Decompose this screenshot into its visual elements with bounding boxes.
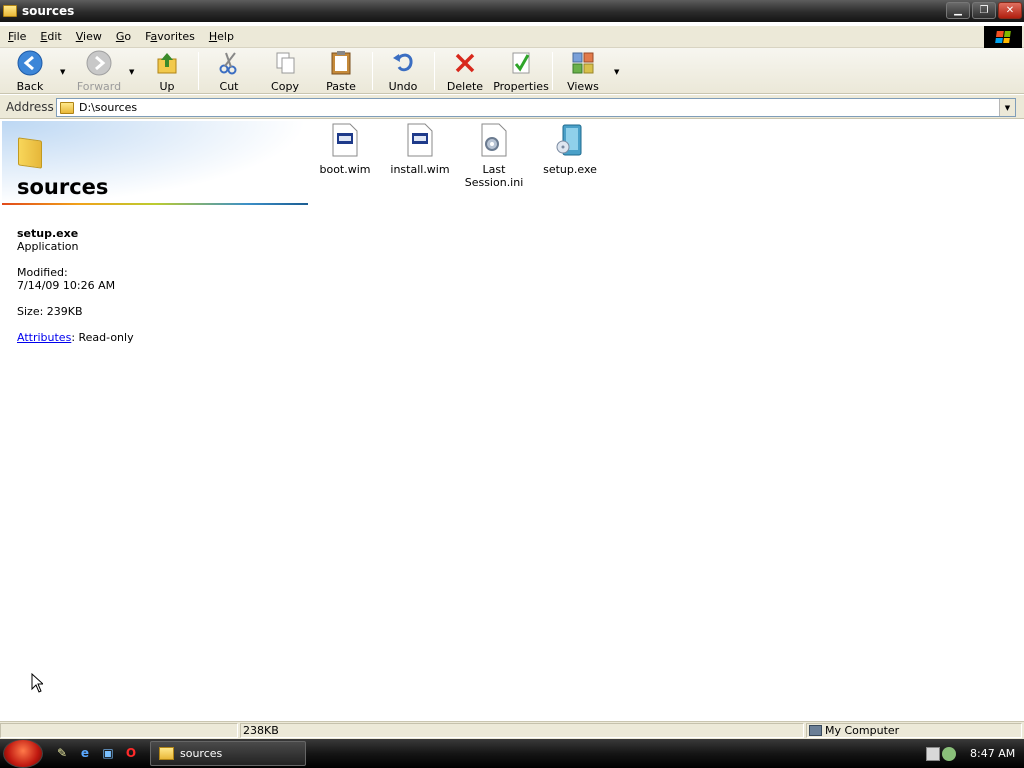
attributes-link[interactable]: Attributes [17,331,71,344]
attributes-value: : Read-only [71,331,134,344]
menu-help[interactable]: Help [203,30,240,43]
toolbar-separator [434,52,435,90]
back-arrow-icon [17,50,43,76]
menu-view[interactable]: View [70,30,108,43]
file-list: boot.wim install.wim Last Session.ini se… [316,121,1016,721]
wim-file-icon [407,123,433,157]
taskbar-item-sources[interactable]: sources [150,741,306,766]
copy-button[interactable]: Copy [270,50,300,93]
up-button[interactable]: Up [152,50,182,93]
ini-settings-icon [481,123,507,157]
cut-button[interactable]: Cut [214,50,244,93]
desktop-icon[interactable]: ▣ [100,745,116,761]
properties-button[interactable]: Properties [493,50,549,93]
scissors-icon [216,50,242,76]
network-icon[interactable] [926,746,940,761]
address-label: Address [6,99,54,114]
maximize-button[interactable]: ❐ [972,2,996,19]
forward-button[interactable]: Forward [76,50,122,93]
system-tray: 8:47 AM [924,739,1024,768]
back-button[interactable]: Back [12,50,48,93]
windows-logo-icon [984,26,1022,48]
large-folder-icon [18,137,42,169]
folder-up-icon [154,50,180,76]
selected-file-name: setup.exe [17,227,79,240]
opera-icon[interactable]: O [123,745,139,761]
views-button[interactable]: Views [567,50,599,93]
size-text: Size: 239KB [17,305,83,318]
toolbar-separator [552,52,553,90]
file-item[interactable]: install.wim [382,123,458,176]
address-bar: Address D:\sources ▼ [0,95,1024,119]
details-pane: sources setup.exe Application Modified: … [2,121,310,721]
properties-check-icon [508,50,534,76]
file-item[interactable]: setup.exe [532,123,608,176]
folder-icon [3,5,17,17]
pane-header: sources [2,121,308,205]
divider [2,203,308,205]
address-dropdown-icon[interactable]: ▼ [999,99,1015,116]
clipboard-icon [328,50,354,76]
minimize-button[interactable]: ▁ [946,2,970,19]
wim-file-icon [332,123,358,157]
taskbar: ✎ e ▣ O sources 8:47 AM [0,739,1024,768]
status-bar: 238KB My Computer [0,721,1024,739]
my-computer-icon [809,725,822,736]
attributes-row: Attributes: Read-only [17,331,134,344]
modified-label: Modified: [17,266,68,279]
menu-favorites[interactable]: Favorites [139,30,201,43]
explorer-content: sources setup.exe Application Modified: … [2,121,1022,721]
volume-icon[interactable] [942,746,956,761]
menu-bar: File Edit View Go Favorites Help [0,26,1024,48]
undo-arrow-icon [390,50,416,76]
toolbar-separator [198,52,199,90]
pane-title: sources [17,175,109,199]
file-item[interactable]: Last Session.ini [456,123,532,189]
menu-edit[interactable]: Edit [34,30,67,43]
clock[interactable]: 8:47 AM [970,747,1015,760]
menu-file[interactable]: File [2,30,32,43]
address-value: D:\sources [79,101,138,114]
file-item[interactable]: boot.wim [307,123,383,176]
menu-go[interactable]: Go [110,30,137,43]
toolbar: Back ▼ Forward ▼ Up Cut Copy Paste Undo … [0,48,1024,94]
setup-exe-icon [556,124,582,156]
forward-dropdown-icon[interactable]: ▼ [129,68,134,76]
start-button[interactable] [3,739,43,768]
delete-x-icon [452,50,478,76]
mouse-cursor-icon [31,673,43,693]
internet-explorer-icon[interactable]: e [77,745,93,761]
close-button[interactable]: ✕ [998,2,1022,19]
views-dropdown-icon[interactable]: ▼ [614,68,619,76]
toolbar-separator [372,52,373,90]
folder-icon [60,101,74,114]
copy-icon [272,50,298,76]
undo-button[interactable]: Undo [387,50,419,93]
status-size: 238KB [240,723,804,738]
notepad-icon[interactable]: ✎ [54,745,70,761]
window-controls: ▁ ❐ ✕ [946,2,1022,19]
window-title: sources [22,4,75,18]
title-bar[interactable]: sources ▁ ❐ ✕ [0,0,1024,22]
modified-value: 7/14/09 10:26 AM [17,279,116,292]
views-grid-icon [570,50,596,76]
delete-button[interactable]: Delete [447,50,483,93]
address-input[interactable]: D:\sources ▼ [56,98,1016,117]
paste-button[interactable]: Paste [325,50,357,93]
selected-file-type: Application [17,240,79,253]
folder-icon [159,747,174,760]
back-dropdown-icon[interactable]: ▼ [60,68,65,76]
status-zone: My Computer [806,723,1022,738]
file-details: setup.exe Application Modified: 7/14/09 … [17,227,134,344]
forward-arrow-icon [86,50,112,76]
status-message [0,723,238,738]
